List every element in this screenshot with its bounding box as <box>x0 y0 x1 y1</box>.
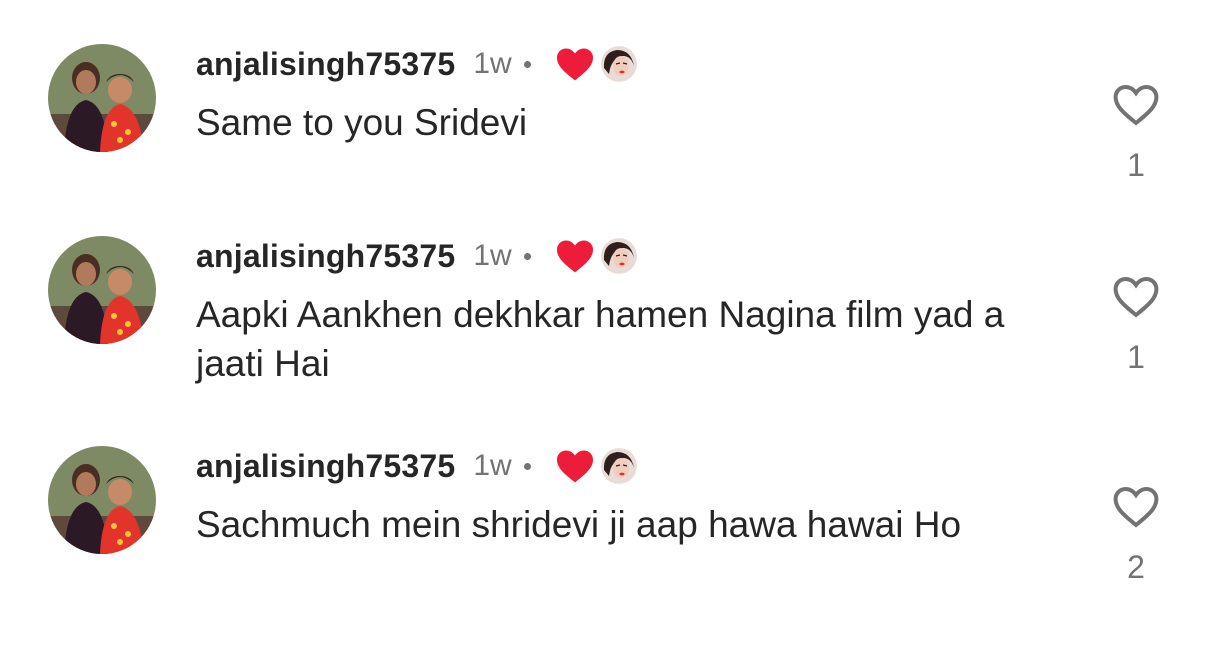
like-control: 1 <box>1110 83 1162 184</box>
heart-outline-icon[interactable] <box>1112 485 1160 529</box>
creator-liked-heart-icon <box>556 48 593 81</box>
creator-avatar <box>600 46 637 82</box>
like-count: 2 <box>1127 549 1145 585</box>
comment-text: Same to you Sridevi <box>196 102 528 143</box>
comment-meta: anjalisingh75375 1w <box>196 236 637 276</box>
like-control: 1 <box>1110 275 1162 376</box>
creator-avatar <box>600 448 637 484</box>
comment-meta: anjalisingh75375 1w <box>196 44 637 84</box>
separator-dot <box>523 60 531 68</box>
comment-timestamp: 1w <box>473 239 512 272</box>
like-count: 1 <box>1127 147 1145 183</box>
comment-text: Sachmuch mein shridevi ji aap hawa hawai… <box>196 504 962 545</box>
commenter-avatar[interactable] <box>48 44 156 152</box>
comment-username[interactable]: anjalisingh75375 <box>196 238 455 275</box>
creator-avatar <box>600 238 637 274</box>
commenter-avatar[interactable] <box>48 446 156 554</box>
like-count: 1 <box>1127 339 1145 375</box>
separator-dot <box>523 462 531 470</box>
avatar-photo <box>48 446 156 554</box>
separator-dot <box>523 252 531 260</box>
comment-username[interactable]: anjalisingh75375 <box>196 448 455 485</box>
creator-liked-heart-icon <box>556 240 593 273</box>
comment-text: Aapki Aankhen dekhkar hamen Nagina film … <box>196 294 1005 384</box>
comment-timestamp: 1w <box>473 47 512 80</box>
comment-meta: anjalisingh75375 1w <box>196 446 637 486</box>
like-control: 2 <box>1110 485 1162 586</box>
commenter-avatar[interactable] <box>48 236 156 344</box>
comment-timestamp: 1w <box>473 449 512 482</box>
avatar-photo <box>48 44 156 152</box>
comment-username[interactable]: anjalisingh75375 <box>196 46 455 83</box>
creator-liked-heart-icon <box>556 450 593 483</box>
heart-outline-icon[interactable] <box>1112 83 1160 127</box>
heart-outline-icon[interactable] <box>1112 275 1160 319</box>
avatar-photo <box>48 236 156 344</box>
